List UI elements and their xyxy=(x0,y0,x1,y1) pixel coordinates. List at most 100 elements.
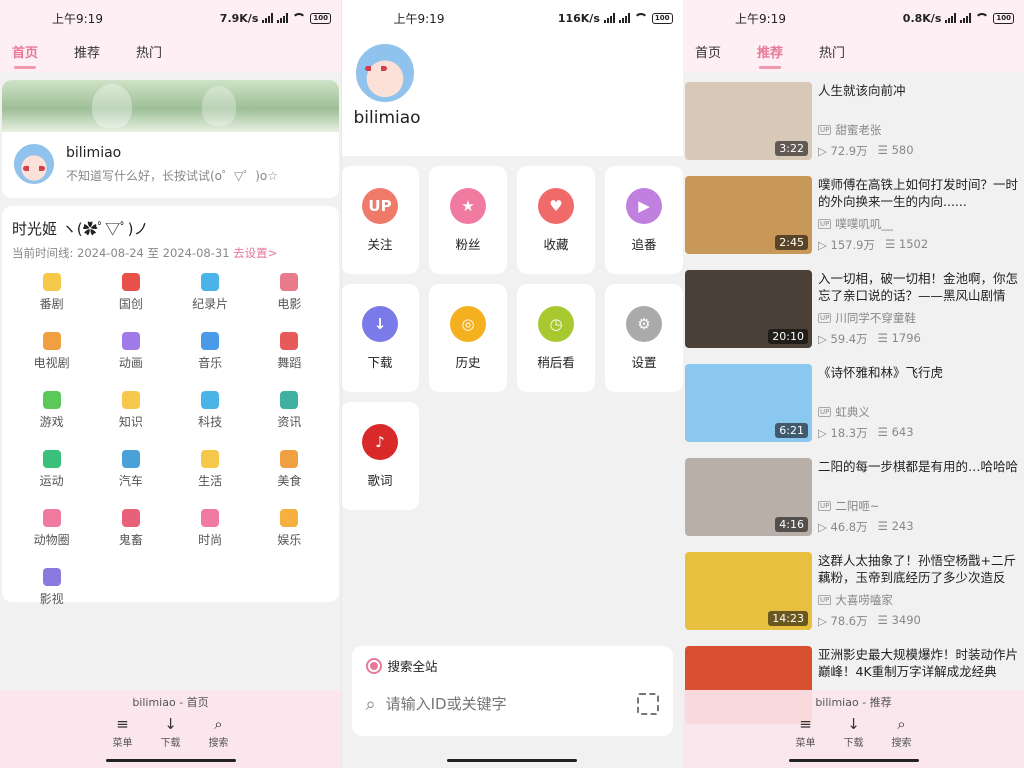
category-icon xyxy=(42,450,61,468)
tab-hot[interactable]: 热门 xyxy=(136,42,162,69)
wifi-icon xyxy=(292,13,307,23)
video-uploader: 噗噗叽叽__ xyxy=(835,217,893,231)
timeline-settings-link[interactable]: 去设置> xyxy=(233,246,277,260)
feature-tile[interactable]: ⚙ 设置 xyxy=(605,284,683,392)
video-thumbnail: 2:45 xyxy=(685,176,812,254)
video-item[interactable]: 4:16 二阳的每一步棋都是有用的…哈哈哈 UP 二阳咂~ ▷ 46.8万 ☰ 243 xyxy=(683,456,1024,550)
tab-home[interactable]: 首页 xyxy=(695,42,721,69)
feature-tile[interactable]: ▶ 追番 xyxy=(605,166,683,274)
search-scope-radio[interactable] xyxy=(365,657,382,674)
feature-tile[interactable]: ◎ 历史 xyxy=(429,284,507,392)
download-button[interactable]: ↓ 下载 xyxy=(161,716,181,749)
profile-card[interactable]: bilimiao 不知道写什么好，长按试试(o゜▽゜)o☆ xyxy=(2,80,339,198)
timeline-card: 时光姬 ヽ(✿ﾟ▽ﾟ)ノ 当前时间线: 2024-08-24 至 2024-08… xyxy=(2,206,339,606)
category-item[interactable]: 番剧 xyxy=(12,273,91,312)
category-label: 资讯 xyxy=(277,415,302,429)
search-scope-label: 搜索全站 xyxy=(387,659,438,674)
category-icon xyxy=(201,332,220,350)
feature-tile[interactable]: ↓ 下载 xyxy=(341,284,419,392)
search-card: 搜索全站 ⌕ xyxy=(351,646,673,736)
video-views: ▷ 18.3万 xyxy=(818,426,868,440)
feature-icon: ◷ xyxy=(538,305,574,342)
menu-button[interactable]: ≡ 菜单 xyxy=(796,716,816,749)
download-button[interactable]: ↓ 下载 xyxy=(844,716,864,749)
play-icon: ▷ xyxy=(818,238,831,252)
up-badge-icon: UP xyxy=(818,407,832,417)
category-item[interactable]: 动画 xyxy=(91,332,170,371)
tab-recommend[interactable]: 推荐 xyxy=(757,42,783,69)
video-item[interactable]: 3:22 人生就该向前冲 UP 甜蜜老张 ▷ 72.9万 ☰ 580 xyxy=(683,80,1024,174)
tab-home[interactable]: 首页 xyxy=(12,42,38,69)
video-title: 这群人太抽象了！孙悟空杨戬+二斤藕粉，玉帝到底经历了多少次造反【用... xyxy=(818,553,1016,588)
video-item[interactable]: 6:21 《诗怀雅和林》飞行虎 UP 虹典义 ▷ 18.3万 ☰ 643 xyxy=(683,362,1024,456)
category-item[interactable]: 汽车 xyxy=(91,450,170,489)
play-icon: ▷ xyxy=(818,144,831,158)
category-item[interactable]: 游戏 xyxy=(12,391,91,430)
category-item[interactable]: 运动 xyxy=(12,450,91,489)
category-item[interactable]: 纪录片 xyxy=(171,273,250,312)
feature-tile[interactable]: UP 关注 xyxy=(341,166,419,274)
video-duration: 6:21 xyxy=(775,423,808,438)
category-icon xyxy=(121,332,140,350)
category-item[interactable]: 科技 xyxy=(171,391,250,430)
search-input[interactable] xyxy=(385,695,627,713)
category-item[interactable]: 音乐 xyxy=(171,332,250,371)
category-icon xyxy=(280,332,299,350)
video-item[interactable]: 20:10 入一切相，破一切相！金池啊，你怎忘了亲口说的话？——黑风山剧情详...… xyxy=(683,268,1024,362)
qr-scan-icon[interactable] xyxy=(636,693,659,715)
menu-button[interactable]: ≡ 菜单 xyxy=(113,716,133,749)
profile-banner xyxy=(2,80,339,132)
category-item[interactable]: 电视剧 xyxy=(12,332,91,371)
feature-label: 稍后看 xyxy=(537,354,575,370)
avatar xyxy=(12,142,56,186)
category-item[interactable]: 国创 xyxy=(91,273,170,312)
status-time: 上午9:19 xyxy=(52,11,103,26)
play-icon: ▷ xyxy=(818,520,831,534)
feature-label: 历史 xyxy=(455,354,481,370)
feature-tile[interactable]: ♪ 歌词 xyxy=(341,402,419,510)
feature-grid: UP 关注 ★ 粉丝 ♥ 收藏 ▶ 追番 ↓ 下载 ◎ 历史 ◷ 稍后看 ⚙ 设置 ♪ 歌词 xyxy=(341,156,683,510)
play-icon: ▷ xyxy=(818,426,831,440)
category-label: 电视剧 xyxy=(33,356,70,370)
avatar[interactable] xyxy=(353,42,416,104)
category-item[interactable]: 影视 xyxy=(12,568,91,607)
video-danmaku: ☰ 3490 xyxy=(877,613,921,627)
search-button[interactable]: ⌕ 搜索 xyxy=(209,716,229,749)
wifi-icon xyxy=(633,13,648,23)
tab-recommend[interactable]: 推荐 xyxy=(74,42,100,69)
category-item[interactable]: 美食 xyxy=(250,450,329,489)
category-item[interactable]: 舞蹈 xyxy=(250,332,329,371)
category-icon xyxy=(280,450,299,468)
category-item[interactable]: 知识 xyxy=(91,391,170,430)
category-icon xyxy=(42,568,61,586)
battery-icon: 100 xyxy=(310,12,331,24)
feature-label: 收藏 xyxy=(543,236,569,252)
category-item[interactable]: 娱乐 xyxy=(250,509,329,548)
video-danmaku: ☰ 643 xyxy=(877,425,914,439)
tab-hot[interactable]: 热门 xyxy=(819,42,845,69)
feature-tile[interactable]: ★ 粉丝 xyxy=(429,166,507,274)
feature-label: 关注 xyxy=(367,236,393,252)
video-danmaku: ☰ 1502 xyxy=(884,237,929,251)
screens: 上午9:19 7.9K/s 100 首页 推荐 热门 bilimiao 不知道写… xyxy=(0,0,1024,768)
category-item[interactable]: 电影 xyxy=(250,273,329,312)
video-title: 二阳的每一步棋都是有用的…哈哈哈 xyxy=(818,459,1018,474)
category-item[interactable]: 生活 xyxy=(171,450,250,489)
danmaku-icon: ☰ xyxy=(884,237,899,251)
category-item[interactable]: 动物圈 xyxy=(12,509,91,548)
category-item[interactable]: 时尚 xyxy=(171,509,250,548)
video-views: ▷ 59.4万 xyxy=(818,332,868,346)
search-button[interactable]: ⌕ 搜索 xyxy=(892,716,912,749)
signal-icon xyxy=(945,13,957,23)
category-icon xyxy=(201,391,220,409)
bottom-bar: bilimiao - 推荐 ≡ 菜单 ↓ 下载 ⌕ 搜索 xyxy=(683,690,1024,768)
category-item[interactable]: 鬼畜 xyxy=(91,509,170,548)
feature-tile[interactable]: ♥ 收藏 xyxy=(517,166,595,274)
category-item[interactable]: 资讯 xyxy=(250,391,329,430)
feature-tile[interactable]: ◷ 稍后看 xyxy=(517,284,595,392)
signal-icon xyxy=(618,13,630,23)
video-item[interactable]: 14:23 这群人太抽象了！孙悟空杨戬+二斤藕粉，玉帝到底经历了多少次造反【用..… xyxy=(683,550,1024,644)
play-icon: ▷ xyxy=(818,614,831,628)
video-item[interactable]: 2:45 噗师傅在高铁上如何打发时间？一时的外向换来一生的内向...... UP 噗噗… xyxy=(683,174,1024,268)
category-label: 生活 xyxy=(198,474,223,488)
